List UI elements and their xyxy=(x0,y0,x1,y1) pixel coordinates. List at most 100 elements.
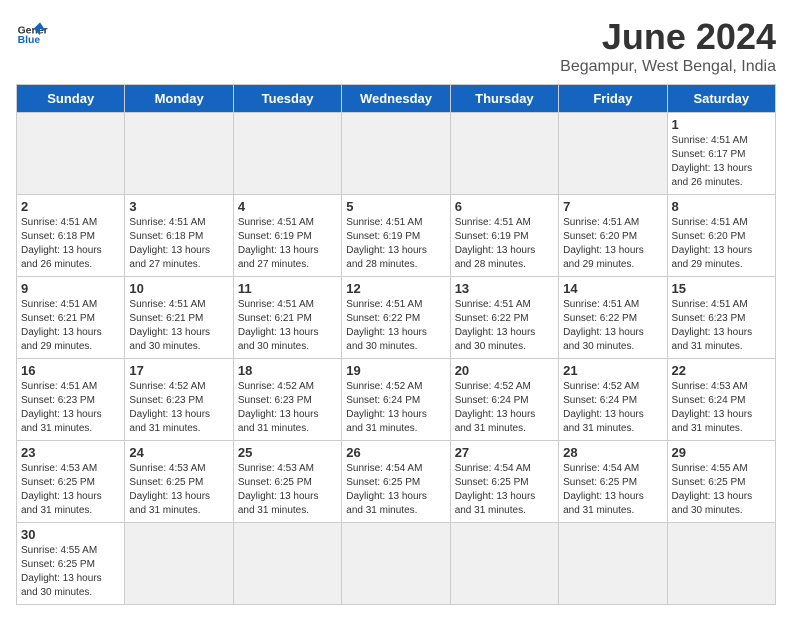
calendar-cell xyxy=(450,113,558,195)
header-row: SundayMondayTuesdayWednesdayThursdayFrid… xyxy=(17,85,776,113)
cell-info: Sunrise: 4:52 AM Sunset: 6:23 PM Dayligh… xyxy=(129,380,228,436)
header: General Blue June 2024 Begampur, West Be… xyxy=(16,16,776,76)
cell-info: Sunrise: 4:51 AM Sunset: 6:19 PM Dayligh… xyxy=(238,216,337,272)
calendar-cell: 14 Sunrise: 4:51 AM Sunset: 6:22 PM Dayli… xyxy=(559,277,667,359)
cell-info: Sunrise: 4:53 AM Sunset: 6:24 PM Dayligh… xyxy=(672,380,771,436)
calendar-cell xyxy=(125,523,233,605)
cell-info: Sunrise: 4:54 AM Sunset: 6:25 PM Dayligh… xyxy=(346,462,445,518)
calendar-cell: 22 Sunrise: 4:53 AM Sunset: 6:24 PM Dayli… xyxy=(667,359,775,441)
cell-info: Sunrise: 4:53 AM Sunset: 6:25 PM Dayligh… xyxy=(238,462,337,518)
calendar-cell xyxy=(559,113,667,195)
cell-info: Sunrise: 4:52 AM Sunset: 6:24 PM Dayligh… xyxy=(346,380,445,436)
day-number: 8 xyxy=(672,199,771,214)
day-number: 6 xyxy=(455,199,554,214)
col-header-sunday: Sunday xyxy=(17,85,125,113)
calendar-cell: 8 Sunrise: 4:51 AM Sunset: 6:20 PM Daylig… xyxy=(667,195,775,277)
day-number: 14 xyxy=(563,281,662,296)
col-header-friday: Friday xyxy=(559,85,667,113)
day-number: 18 xyxy=(238,363,337,378)
cell-info: Sunrise: 4:51 AM Sunset: 6:21 PM Dayligh… xyxy=(129,298,228,354)
week-row-4: 16 Sunrise: 4:51 AM Sunset: 6:23 PM Dayli… xyxy=(17,359,776,441)
day-number: 9 xyxy=(21,281,120,296)
day-number: 16 xyxy=(21,363,120,378)
day-number: 21 xyxy=(563,363,662,378)
calendar-cell xyxy=(667,523,775,605)
calendar-cell xyxy=(233,523,341,605)
day-number: 22 xyxy=(672,363,771,378)
cell-info: Sunrise: 4:51 AM Sunset: 6:22 PM Dayligh… xyxy=(346,298,445,354)
cell-info: Sunrise: 4:54 AM Sunset: 6:25 PM Dayligh… xyxy=(455,462,554,518)
calendar-cell: 24 Sunrise: 4:53 AM Sunset: 6:25 PM Dayli… xyxy=(125,441,233,523)
logo: General Blue xyxy=(16,16,48,48)
cell-info: Sunrise: 4:51 AM Sunset: 6:18 PM Dayligh… xyxy=(21,216,120,272)
calendar-cell: 13 Sunrise: 4:51 AM Sunset: 6:22 PM Dayli… xyxy=(450,277,558,359)
calendar-cell: 19 Sunrise: 4:52 AM Sunset: 6:24 PM Dayli… xyxy=(342,359,450,441)
cell-info: Sunrise: 4:52 AM Sunset: 6:24 PM Dayligh… xyxy=(563,380,662,436)
cell-info: Sunrise: 4:51 AM Sunset: 6:22 PM Dayligh… xyxy=(563,298,662,354)
title-block: June 2024 Begampur, West Bengal, India xyxy=(560,16,776,76)
cell-info: Sunrise: 4:51 AM Sunset: 6:19 PM Dayligh… xyxy=(346,216,445,272)
calendar-cell: 2 Sunrise: 4:51 AM Sunset: 6:18 PM Daylig… xyxy=(17,195,125,277)
calendar-cell: 23 Sunrise: 4:53 AM Sunset: 6:25 PM Dayli… xyxy=(17,441,125,523)
calendar-cell xyxy=(559,523,667,605)
col-header-wednesday: Wednesday xyxy=(342,85,450,113)
calendar-cell: 4 Sunrise: 4:51 AM Sunset: 6:19 PM Daylig… xyxy=(233,195,341,277)
cell-info: Sunrise: 4:54 AM Sunset: 6:25 PM Dayligh… xyxy=(563,462,662,518)
day-number: 29 xyxy=(672,445,771,460)
calendar-cell: 27 Sunrise: 4:54 AM Sunset: 6:25 PM Dayli… xyxy=(450,441,558,523)
calendar-cell: 30 Sunrise: 4:55 AM Sunset: 6:25 PM Dayli… xyxy=(17,523,125,605)
calendar-cell: 20 Sunrise: 4:52 AM Sunset: 6:24 PM Dayli… xyxy=(450,359,558,441)
calendar-cell: 25 Sunrise: 4:53 AM Sunset: 6:25 PM Dayli… xyxy=(233,441,341,523)
calendar-cell: 12 Sunrise: 4:51 AM Sunset: 6:22 PM Dayli… xyxy=(342,277,450,359)
cell-info: Sunrise: 4:51 AM Sunset: 6:18 PM Dayligh… xyxy=(129,216,228,272)
logo-svg: General Blue xyxy=(16,16,48,48)
day-number: 2 xyxy=(21,199,120,214)
day-number: 27 xyxy=(455,445,554,460)
cell-info: Sunrise: 4:53 AM Sunset: 6:25 PM Dayligh… xyxy=(21,462,120,518)
day-number: 12 xyxy=(346,281,445,296)
cell-info: Sunrise: 4:51 AM Sunset: 6:23 PM Dayligh… xyxy=(21,380,120,436)
calendar-cell xyxy=(17,113,125,195)
day-number: 19 xyxy=(346,363,445,378)
col-header-saturday: Saturday xyxy=(667,85,775,113)
week-row-5: 23 Sunrise: 4:53 AM Sunset: 6:25 PM Dayli… xyxy=(17,441,776,523)
day-number: 4 xyxy=(238,199,337,214)
calendar-cell: 3Sunrise: 4:51 AM Sunset: 6:18 PM Daylig… xyxy=(125,195,233,277)
cell-info: Sunrise: 4:52 AM Sunset: 6:23 PM Dayligh… xyxy=(238,380,337,436)
cell-info: Sunrise: 4:51 AM Sunset: 6:22 PM Dayligh… xyxy=(455,298,554,354)
calendar-cell: 15Sunrise: 4:51 AM Sunset: 6:23 PM Dayli… xyxy=(667,277,775,359)
day-number: 23 xyxy=(21,445,120,460)
week-row-1: 1 Sunrise: 4:51 AM Sunset: 6:17 PM Daylig… xyxy=(17,113,776,195)
day-number: 13 xyxy=(455,281,554,296)
calendar-cell: 18 Sunrise: 4:52 AM Sunset: 6:23 PM Dayli… xyxy=(233,359,341,441)
day-number: 11 xyxy=(238,281,337,296)
week-row-6: 30 Sunrise: 4:55 AM Sunset: 6:25 PM Dayli… xyxy=(17,523,776,605)
calendar-cell: 26Sunrise: 4:54 AM Sunset: 6:25 PM Dayli… xyxy=(342,441,450,523)
cell-info: Sunrise: 4:51 AM Sunset: 6:20 PM Dayligh… xyxy=(672,216,771,272)
calendar-cell xyxy=(233,113,341,195)
calendar-cell: 6Sunrise: 4:51 AM Sunset: 6:19 PM Daylig… xyxy=(450,195,558,277)
day-number: 20 xyxy=(455,363,554,378)
col-header-tuesday: Tuesday xyxy=(233,85,341,113)
day-number: 25 xyxy=(238,445,337,460)
cell-info: Sunrise: 4:53 AM Sunset: 6:25 PM Dayligh… xyxy=(129,462,228,518)
calendar-table: SundayMondayTuesdayWednesdayThursdayFrid… xyxy=(16,84,776,605)
day-number: 24 xyxy=(129,445,228,460)
week-row-3: 9 Sunrise: 4:51 AM Sunset: 6:21 PM Daylig… xyxy=(17,277,776,359)
week-row-2: 2 Sunrise: 4:51 AM Sunset: 6:18 PM Daylig… xyxy=(17,195,776,277)
day-number: 1 xyxy=(672,117,771,132)
day-number: 30 xyxy=(21,527,120,542)
calendar-cell: 29Sunrise: 4:55 AM Sunset: 6:25 PM Dayli… xyxy=(667,441,775,523)
day-number: 7 xyxy=(563,199,662,214)
cell-info: Sunrise: 4:51 AM Sunset: 6:20 PM Dayligh… xyxy=(563,216,662,272)
cell-info: Sunrise: 4:51 AM Sunset: 6:17 PM Dayligh… xyxy=(672,134,771,190)
calendar-cell xyxy=(450,523,558,605)
cell-info: Sunrise: 4:52 AM Sunset: 6:24 PM Dayligh… xyxy=(455,380,554,436)
month-title: June 2024 xyxy=(560,16,776,58)
calendar-cell: 11Sunrise: 4:51 AM Sunset: 6:21 PM Dayli… xyxy=(233,277,341,359)
location-subtitle: Begampur, West Bengal, India xyxy=(560,58,776,76)
calendar-cell xyxy=(342,113,450,195)
calendar-cell: 17Sunrise: 4:52 AM Sunset: 6:23 PM Dayli… xyxy=(125,359,233,441)
calendar-cell: 1 Sunrise: 4:51 AM Sunset: 6:17 PM Daylig… xyxy=(667,113,775,195)
cell-info: Sunrise: 4:55 AM Sunset: 6:25 PM Dayligh… xyxy=(21,544,120,600)
